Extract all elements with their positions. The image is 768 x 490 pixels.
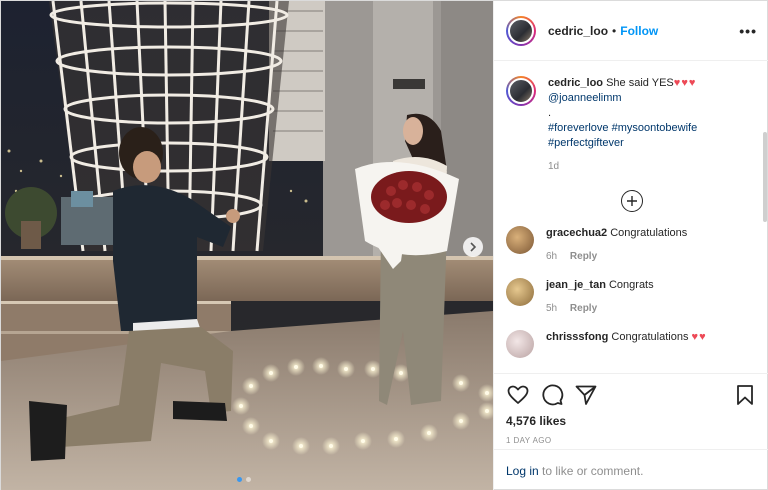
share-button[interactable] — [574, 383, 598, 407]
caption-author-avatar[interactable] — [506, 76, 536, 106]
next-photo-button[interactable] — [463, 237, 483, 257]
caption-hashtags[interactable]: #foreverlove #mysoontobewife — [548, 121, 757, 136]
instagram-post: cedric_loo • Follow ••• cedric_loo She s… — [0, 0, 768, 490]
caption-username[interactable]: cedric_loo — [548, 77, 603, 89]
comment-button[interactable] — [540, 383, 564, 407]
reply-button[interactable]: Reply — [570, 251, 597, 262]
comment-text: Congratulations — [610, 227, 688, 239]
caption-body: cedric_loo She said YES♥♥♥ @joanneelimm … — [548, 76, 757, 174]
chevron-right-icon — [470, 242, 477, 252]
author-avatar[interactable] — [506, 15, 536, 46]
comment-time: 5h — [546, 303, 558, 314]
commenter-avatar[interactable] — [506, 226, 534, 254]
share-icon — [575, 385, 597, 405]
post-photo[interactable] — [1, 1, 493, 490]
reply-button[interactable]: Reply — [570, 303, 597, 314]
likes-count[interactable]: 4,576 likes — [506, 414, 757, 428]
plus-circle-icon — [626, 196, 637, 206]
comment-item: gracechua2 Congratulations 6h Reply — [506, 226, 757, 264]
more-options-button[interactable]: ••• — [739, 23, 757, 39]
heart-icon — [507, 385, 529, 404]
login-prompt: Log in to like or comment. — [494, 449, 768, 490]
post-caption: cedric_loo She said YES♥♥♥ @joanneelimm … — [506, 76, 757, 174]
caption-mention[interactable]: @joanneelimm — [548, 91, 757, 106]
caption-dot: . — [548, 107, 552, 119]
comments-list[interactable]: cedric_loo She said YES♥♥♥ @joanneelimm … — [494, 62, 768, 374]
post-date: 1 DAY AGO — [506, 436, 552, 445]
header-separator: • — [612, 23, 617, 38]
carousel-indicator — [237, 477, 251, 482]
caption-text: She said YES — [606, 77, 674, 89]
load-more-comments-button[interactable] — [620, 190, 643, 212]
commenter-avatar[interactable] — [506, 278, 534, 306]
comment-item: jean_je_tan Congrats 5h Reply — [506, 278, 757, 316]
comment-username[interactable]: jean_je_tan — [546, 279, 606, 291]
comment-text: Congrats — [608, 279, 654, 291]
commenter-avatar[interactable] — [506, 330, 534, 358]
comment-text: Congratulations — [611, 331, 689, 343]
carousel-dot-active — [237, 477, 242, 482]
comment-username[interactable]: gracechua2 — [546, 227, 607, 239]
follow-button[interactable]: Follow — [620, 24, 658, 38]
post-side-panel: cedric_loo • Follow ••• cedric_loo She s… — [493, 1, 768, 490]
comments-scrollbar[interactable] — [763, 132, 767, 222]
login-prompt-text: to like or comment. — [538, 463, 644, 478]
comment-time: 6h — [546, 251, 558, 262]
save-button[interactable] — [733, 383, 757, 407]
heart-emoji-icon: ♥♥♥ — [673, 77, 697, 89]
carousel-dot — [246, 477, 251, 482]
heart-emoji-icon: ♥♥ — [691, 331, 707, 343]
author-username[interactable]: cedric_loo — [548, 24, 608, 38]
caption-time: 1d — [548, 161, 560, 172]
like-button[interactable] — [506, 383, 530, 407]
post-header: cedric_loo • Follow ••• — [494, 1, 768, 61]
comment-item: chrisssfong Congratulations ♥♥ — [506, 330, 757, 358]
bookmark-icon — [737, 385, 753, 405]
comment-icon — [542, 384, 564, 406]
proposal-photo — [1, 1, 493, 490]
post-actions: 4,576 likes 1 DAY AGO — [494, 373, 768, 445]
caption-hashtags[interactable]: #perfectgiftever — [548, 136, 757, 151]
login-link[interactable]: Log in — [506, 464, 539, 478]
comment-username[interactable]: chrisssfong — [546, 331, 608, 343]
